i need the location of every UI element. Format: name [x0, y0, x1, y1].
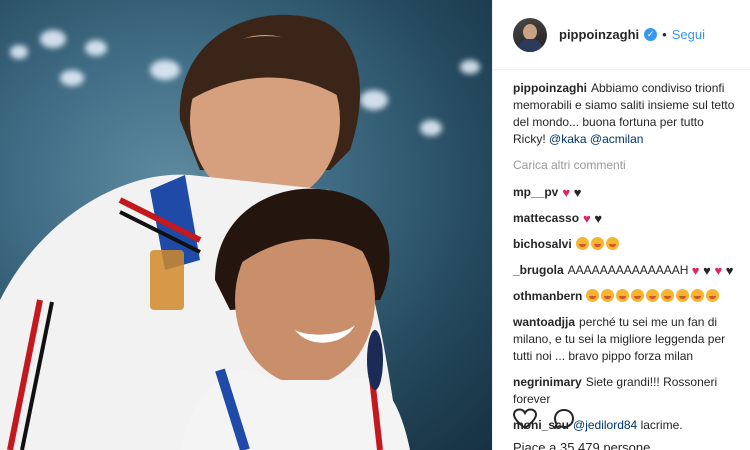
comment-item: bichosalvi: [513, 236, 736, 253]
emoji-icon: [575, 237, 589, 250]
avatar[interactable]: [513, 17, 547, 52]
comment-username[interactable]: _brugola: [513, 263, 564, 277]
caption: pippoinzaghi Abbiamo condiviso trionfi me…: [513, 80, 736, 148]
black-heart-icon: ♥: [725, 263, 734, 278]
author-username[interactable]: pippoinzaghi: [559, 27, 639, 42]
post-header: pippoinzaghi ✓ • Segui: [493, 0, 750, 70]
emoji-icon: [586, 289, 600, 302]
comment-item: negrinimary Siete grandi!!! Rossoneri for…: [513, 374, 736, 408]
comment-username[interactable]: mp__pv: [513, 185, 558, 199]
comment-item: wantoadjja perché tu sei me un fan di mil…: [513, 314, 736, 365]
red-heart-icon: ♥: [583, 211, 595, 226]
comments-list: pippoinzaghi Abbiamo condiviso trionfi me…: [493, 70, 750, 434]
post-photo[interactable]: [0, 0, 492, 450]
comment-username[interactable]: negrinimary: [513, 375, 582, 389]
emoji-icon: [590, 237, 604, 250]
emoji-icon: [676, 289, 690, 302]
comment-username[interactable]: othmanbern: [513, 289, 582, 303]
red-heart-icon: ♥: [562, 185, 574, 200]
comment-username[interactable]: mattecasso: [513, 211, 579, 225]
comment-text: lacrime.: [640, 418, 683, 432]
mention-link[interactable]: @jedilord84: [573, 418, 637, 432]
comment-item: _brugola AAAAAAAAAAAAAAH ♥ ♥ ♥ ♥: [513, 262, 736, 279]
emoji-icon: [616, 289, 630, 302]
separator-dot: •: [662, 27, 667, 42]
follow-button[interactable]: Segui: [672, 27, 705, 42]
comment-username[interactable]: wantoadjja: [513, 315, 575, 329]
black-heart-icon: ♥: [573, 185, 582, 200]
emoji-icon: [691, 289, 705, 302]
heart-outline-icon[interactable]: [513, 408, 537, 430]
comment-username[interactable]: bichosalvi: [513, 237, 572, 251]
mention-link[interactable]: @kaka: [549, 132, 587, 146]
mention-link[interactable]: @acmilan: [590, 132, 644, 146]
action-bar: [513, 408, 575, 430]
red-heart-icon: ♥: [691, 263, 704, 278]
emoji-icon: [631, 289, 645, 302]
comment-item: mattecasso ♥ ♥: [513, 210, 736, 227]
emoji-icon: [601, 289, 615, 302]
caption-username[interactable]: pippoinzaghi: [513, 81, 587, 95]
comment-text: AAAAAAAAAAAAAAH: [567, 263, 689, 277]
black-heart-icon: ♥: [703, 263, 715, 278]
verified-badge-icon: ✓: [644, 28, 658, 41]
emoji-icon: [706, 289, 720, 302]
emoji-icon: [646, 289, 660, 302]
red-heart-icon: ♥: [714, 263, 726, 278]
comment-item: mp__pv ♥ ♥: [513, 184, 736, 201]
likes-count: Piace a 35.479 persone: [513, 440, 651, 450]
post-side-panel: pippoinzaghi ✓ • Segui pippoinzaghi Abbia…: [492, 0, 750, 450]
load-more-comments-button[interactable]: Carica altri commenti: [513, 157, 736, 174]
players-illustration: [0, 14, 410, 450]
comment-bubble-icon[interactable]: [553, 408, 575, 430]
black-heart-icon: ♥: [594, 211, 603, 226]
emoji-icon: [661, 289, 675, 302]
comment-item: othmanbern: [513, 288, 736, 305]
emoji-icon: [605, 237, 619, 250]
